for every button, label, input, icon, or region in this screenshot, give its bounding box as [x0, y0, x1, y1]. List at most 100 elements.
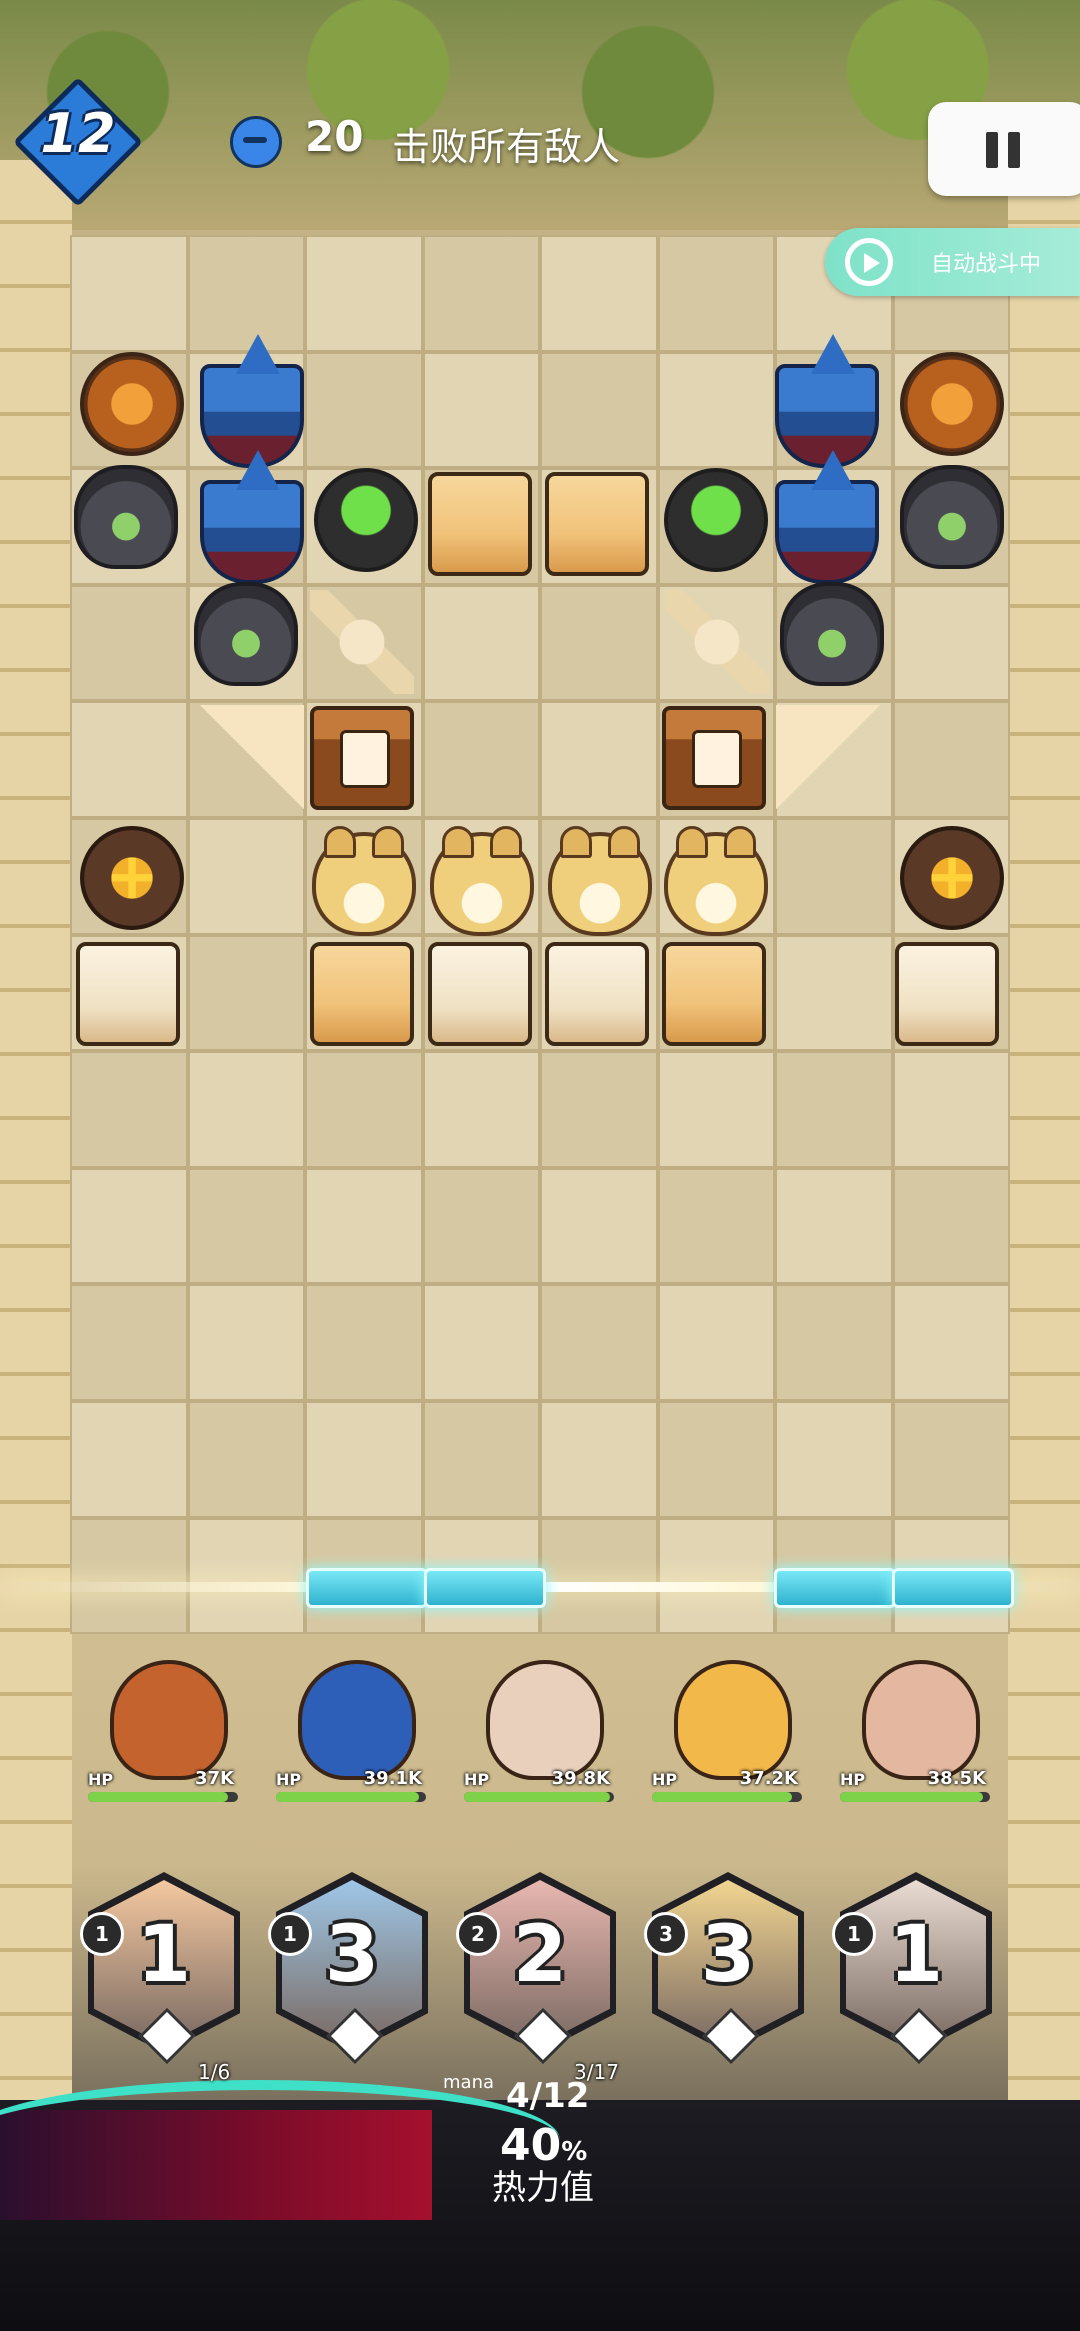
board-tile[interactable]: [540, 1051, 658, 1168]
board-tile[interactable]: [70, 1051, 188, 1168]
board-tile[interactable]: [305, 1284, 423, 1401]
board-tile[interactable]: [540, 584, 658, 702]
board-tile[interactable]: [892, 584, 1010, 702]
board-tile[interactable]: [187, 817, 305, 935]
healing-barrel[interactable]: [80, 826, 184, 930]
board-tile[interactable]: [775, 1051, 893, 1168]
wedge-block[interactable]: [776, 705, 880, 809]
heat-label: 热力值: [492, 2168, 594, 2208]
board-tile[interactable]: [305, 235, 423, 352]
hero-unit[interactable]: [862, 1660, 980, 1780]
board-tile[interactable]: [657, 235, 775, 352]
board-tile[interactable]: [892, 1400, 1010, 1518]
hamster-enemy[interactable]: [312, 826, 416, 936]
board-tile[interactable]: [422, 1284, 540, 1401]
board-tile[interactable]: [187, 1517, 305, 1635]
barrel-piece[interactable]: [900, 352, 1004, 456]
hero-unit[interactable]: [486, 1660, 604, 1780]
board-tile[interactable]: [422, 1400, 540, 1518]
auto-battle-button[interactable]: 自动战斗中: [825, 228, 1080, 296]
board-tile[interactable]: [305, 1167, 423, 1285]
sand-block[interactable]: [662, 942, 766, 1046]
spiked-knight-enemy[interactable]: [900, 465, 1004, 569]
sand-block[interactable]: [310, 942, 414, 1046]
board-tile[interactable]: [422, 351, 540, 469]
board-tile[interactable]: [657, 1517, 775, 1635]
board-tile[interactable]: [540, 701, 658, 818]
board-tile[interactable]: [187, 1400, 305, 1518]
board-tile[interactable]: [657, 1167, 775, 1285]
board-tile[interactable]: [187, 934, 305, 1052]
wizard-enemy[interactable]: [200, 450, 304, 584]
wizard-enemy[interactable]: [775, 450, 879, 584]
board-tile[interactable]: [892, 1284, 1010, 1401]
hp-label: HP: [840, 1770, 866, 1789]
board-tile[interactable]: [775, 934, 893, 1052]
meat-chest[interactable]: [662, 706, 766, 810]
board-tile[interactable]: [657, 1051, 775, 1168]
wedge-block[interactable]: [200, 705, 304, 809]
sand-block[interactable]: [428, 472, 532, 576]
board-tile[interactable]: [422, 1051, 540, 1168]
board-tile[interactable]: [70, 1284, 188, 1401]
hamster-enemy[interactable]: [664, 826, 768, 936]
spiked-knight-enemy[interactable]: [780, 582, 884, 686]
board-tile[interactable]: [187, 1051, 305, 1168]
board-tile[interactable]: [70, 584, 188, 702]
board-tile[interactable]: [775, 817, 893, 935]
board-tile[interactable]: [775, 1167, 893, 1285]
board-tile[interactable]: [540, 235, 658, 352]
board-tile[interactable]: [422, 701, 540, 818]
board-tile[interactable]: [540, 351, 658, 469]
board-tile[interactable]: [70, 1167, 188, 1285]
spiked-knight-enemy[interactable]: [74, 465, 178, 569]
hp-fill: [840, 1792, 983, 1802]
stone-block[interactable]: [545, 942, 649, 1046]
cauldron-piece[interactable]: [664, 468, 768, 572]
hourglass-chest[interactable]: [310, 706, 414, 810]
hero-unit[interactable]: [298, 1660, 416, 1780]
hamster-enemy[interactable]: [548, 826, 652, 936]
left-wall: [0, 160, 72, 2120]
sand-block[interactable]: [545, 472, 649, 576]
claw-piece[interactable]: [665, 590, 769, 694]
hamster-enemy[interactable]: [430, 826, 534, 936]
board-tile[interactable]: [657, 351, 775, 469]
board-tile[interactable]: [422, 584, 540, 702]
board-tile[interactable]: [305, 351, 423, 469]
hero-unit[interactable]: [674, 1660, 792, 1780]
board-tile[interactable]: [540, 1517, 658, 1635]
board-tile[interactable]: [305, 1400, 423, 1518]
board-tile[interactable]: [892, 701, 1010, 818]
board-tile[interactable]: [540, 1167, 658, 1285]
stone-block[interactable]: [895, 942, 999, 1046]
board-tile[interactable]: [775, 1284, 893, 1401]
board-tile[interactable]: [540, 1284, 658, 1401]
board-tile[interactable]: [657, 1284, 775, 1401]
board-tile[interactable]: [775, 1400, 893, 1518]
board-tile[interactable]: [422, 1167, 540, 1285]
stone-block[interactable]: [76, 942, 180, 1046]
pause-button[interactable]: [928, 102, 1080, 196]
healing-barrel[interactable]: [900, 826, 1004, 930]
stone-block[interactable]: [428, 942, 532, 1046]
board-tile[interactable]: [70, 1517, 188, 1635]
hero-hp: HP 37K: [88, 1768, 238, 1802]
board-tile[interactable]: [892, 1167, 1010, 1285]
cauldron-piece[interactable]: [314, 468, 418, 572]
board-tile[interactable]: [70, 235, 188, 352]
enemy-count: 20: [305, 112, 364, 161]
board-tile[interactable]: [187, 1167, 305, 1285]
board-tile[interactable]: [305, 1051, 423, 1168]
hero-unit[interactable]: [110, 1660, 228, 1780]
board-tile[interactable]: [70, 701, 188, 818]
spiked-knight-enemy[interactable]: [194, 582, 298, 686]
board-tile[interactable]: [540, 1400, 658, 1518]
claw-piece[interactable]: [310, 590, 414, 694]
board-tile[interactable]: [70, 1400, 188, 1518]
board-tile[interactable]: [187, 1284, 305, 1401]
barrel-piece[interactable]: [80, 352, 184, 456]
board-tile[interactable]: [657, 1400, 775, 1518]
board-tile[interactable]: [422, 235, 540, 352]
board-tile[interactable]: [892, 1051, 1010, 1168]
